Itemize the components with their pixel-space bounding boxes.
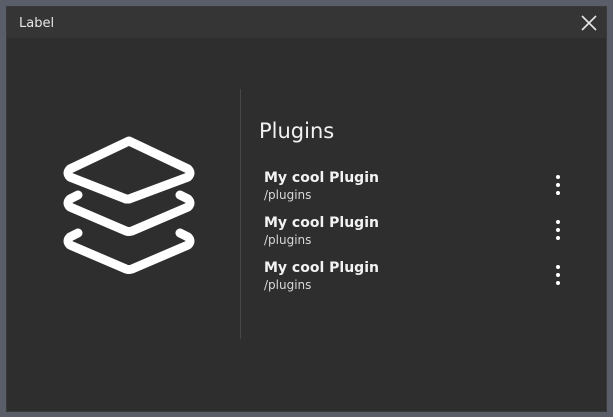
- more-options-button[interactable]: [553, 265, 563, 287]
- plugin-list-item[interactable]: My cool Plugin /plugins: [264, 215, 584, 260]
- plugins-window: Label Plugins My cool Plugin /plugins My…: [7, 7, 606, 411]
- plugin-name: My cool Plugin: [264, 170, 379, 186]
- plugin-path: /plugins: [264, 278, 312, 292]
- more-options-button[interactable]: [553, 175, 563, 197]
- more-options-button[interactable]: [553, 220, 563, 242]
- window-content: Plugins My cool Plugin /plugins My cool …: [7, 38, 606, 411]
- plugin-list: My cool Plugin /plugins My cool Plugin /…: [264, 170, 584, 305]
- close-button[interactable]: [580, 14, 598, 32]
- plugin-name: My cool Plugin: [264, 215, 379, 231]
- plugin-path: /plugins: [264, 233, 312, 247]
- window-title: Label: [19, 16, 55, 31]
- section-title: Plugins: [259, 119, 335, 143]
- vertical-divider: [240, 89, 241, 339]
- plugin-list-item[interactable]: My cool Plugin /plugins: [264, 260, 584, 305]
- plugin-list-item[interactable]: My cool Plugin /plugins: [264, 170, 584, 215]
- plugin-name: My cool Plugin: [264, 260, 379, 276]
- close-icon: [581, 15, 597, 31]
- stack-layers-icon: [63, 136, 195, 274]
- title-bar: Label: [7, 7, 606, 38]
- plugin-path: /plugins: [264, 188, 312, 202]
